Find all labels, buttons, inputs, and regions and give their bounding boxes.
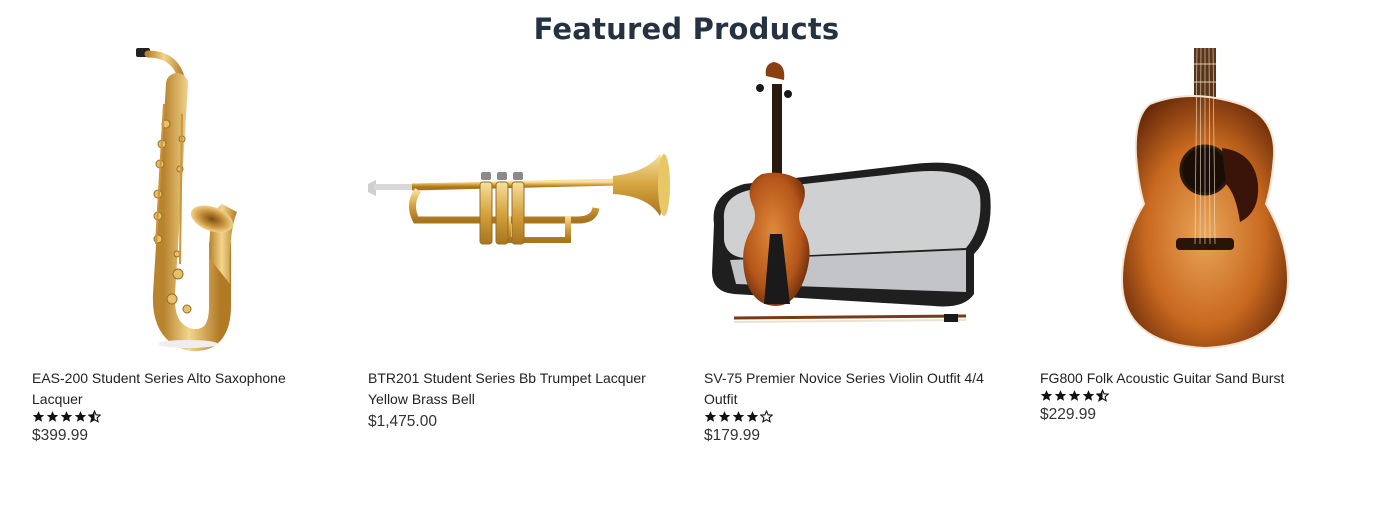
- star-rating: [704, 410, 1016, 424]
- product-card: BTR201 Student Series Bb Trumpet Lacquer…: [368, 44, 680, 431]
- product-card: SV-75 Premier Novice Series Violin Outfi…: [704, 44, 1016, 445]
- star-full-icon: [32, 411, 45, 422]
- section-title: Featured Products: [533, 12, 840, 46]
- product-card: FG800 Folk Acoustic Guitar Sand Burst $2…: [1040, 44, 1352, 424]
- violin-image: [712, 62, 991, 323]
- product-image-link[interactable]: [704, 44, 1016, 356]
- product-price: $179.99: [704, 427, 761, 444]
- star-half-icon: [88, 410, 101, 423]
- star-half-icon: [1096, 389, 1109, 402]
- star-empty-icon: [760, 410, 773, 423]
- product-name[interactable]: BTR201 Student Series Bb Trumpet Lacquer…: [368, 368, 680, 410]
- product-image-link[interactable]: [32, 44, 344, 356]
- star-full-icon: [718, 411, 731, 422]
- product-name[interactable]: SV-75 Premier Novice Series Violin Outfi…: [704, 368, 1016, 410]
- product-name[interactable]: EAS-200 Student Series Alto Saxophone La…: [32, 368, 344, 410]
- product-price: $399.99: [32, 427, 89, 444]
- star-rating: [32, 410, 344, 424]
- star-full-icon: [746, 411, 759, 422]
- star-full-icon: [74, 411, 87, 422]
- star-full-icon: [46, 411, 59, 422]
- saxophone-image: [136, 48, 237, 352]
- star-full-icon: [1054, 390, 1067, 401]
- product-price: $1,475.00: [368, 413, 437, 430]
- product-name[interactable]: FG800 Folk Acoustic Guitar Sand Burst: [1040, 368, 1352, 389]
- star-full-icon: [1082, 390, 1095, 401]
- star-full-icon: [1040, 390, 1053, 401]
- product-price: $229.99: [1040, 406, 1097, 423]
- product-card: EAS-200 Student Series Alto Saxophone La…: [32, 44, 344, 445]
- product-image-link[interactable]: [1040, 44, 1352, 356]
- star-full-icon: [704, 411, 717, 422]
- star-rating: [1040, 389, 1352, 403]
- star-full-icon: [60, 411, 73, 422]
- trumpet-image: [368, 154, 670, 245]
- star-full-icon: [1068, 390, 1081, 401]
- product-image-link[interactable]: [368, 44, 680, 356]
- star-full-icon: [732, 411, 745, 422]
- guitar-image: [1120, 47, 1290, 350]
